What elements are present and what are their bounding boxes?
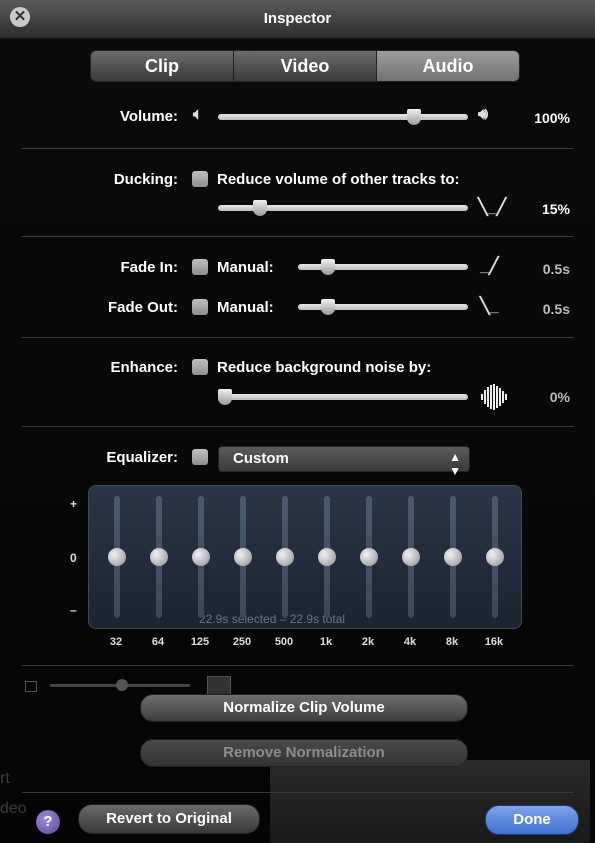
fade-out-checkbox[interactable] [192, 299, 208, 315]
enhance-option-label: Reduce background noise by: [217, 359, 432, 376]
speaker-high-icon: 🔊︎ [478, 106, 489, 123]
eq-band-64-knob[interactable] [150, 548, 168, 566]
eq-freq-label: 500 [274, 636, 294, 648]
fade-out-curve-icon: ╲_ [480, 298, 499, 315]
inspector-panel: rt deo ✕ Inspector Clip Video Audio Volu… [0, 0, 595, 843]
divider [22, 148, 574, 149]
popup-arrows-icon: ▲ ▼ [449, 450, 461, 478]
eq-band-16k-knob[interactable] [486, 548, 504, 566]
eq-freq-label: 250 [232, 636, 252, 648]
done-button[interactable]: Done [485, 805, 579, 835]
tab-bar: Clip Video Audio [90, 50, 520, 82]
volume-value: 100% [534, 110, 570, 126]
small-thumbnail-icon [25, 681, 37, 692]
enhance-checkbox[interactable] [192, 359, 208, 375]
equalizer-preset-value: Custom [233, 450, 289, 467]
fade-out-slider-knob[interactable] [321, 299, 336, 315]
ducking-checkbox[interactable] [192, 171, 208, 187]
equalizer-preset-popup[interactable]: Custom ▲ ▼ [218, 446, 470, 478]
speaker-low-icon: 🔈︎ [193, 106, 203, 123]
eq-band-8k-knob[interactable] [444, 548, 462, 566]
fade-in-value: 0.5s [542, 261, 570, 277]
divider [22, 426, 574, 427]
divider [22, 792, 574, 793]
eq-band-500-knob[interactable] [276, 548, 294, 566]
fade-in-slider-knob[interactable] [321, 259, 336, 275]
person-icon [207, 676, 231, 696]
eq-band-2k-knob[interactable] [360, 548, 378, 566]
normalize-clip-volume-button[interactable]: Normalize Clip Volume [140, 694, 468, 722]
window-title: Inspector [263, 10, 332, 27]
eq-freq-label: 64 [151, 636, 165, 648]
eq-band-32-knob[interactable] [108, 548, 126, 566]
fade-in-curve-icon: _╱ [480, 258, 499, 275]
title-bar: ✕ Inspector [0, 0, 595, 39]
tab-audio[interactable]: Audio [377, 51, 519, 81]
eq-band-4k-knob[interactable] [402, 548, 420, 566]
eq-band-125-knob[interactable] [192, 548, 210, 566]
volume-slider[interactable] [218, 114, 468, 120]
tab-clip[interactable]: Clip [91, 51, 234, 81]
eq-freq-label: 125 [190, 636, 210, 648]
enhance-value: 0% [549, 389, 570, 405]
eq-zero-label: 0 [70, 551, 77, 565]
background-text-b: deo [0, 800, 27, 817]
divider [22, 236, 574, 237]
volume-label: Volume: [119, 108, 178, 125]
eq-freq-label: 32 [109, 636, 123, 648]
divider [22, 337, 574, 338]
fade-out-option-label: Manual: [217, 299, 274, 316]
divider [22, 665, 574, 666]
equalizer-checkbox[interactable] [192, 449, 208, 465]
ghost-zoom-knob [116, 679, 128, 691]
fade-in-option-label: Manual: [217, 259, 274, 276]
revert-to-original-button[interactable]: Revert to Original [78, 804, 260, 834]
fade-in-label: Fade In: [120, 259, 178, 276]
eq-freq-label: 1k [319, 636, 333, 648]
eq-plus-label: + [70, 497, 78, 511]
ducking-slider-knob[interactable] [253, 200, 268, 216]
eq-band-1k-knob[interactable] [318, 548, 336, 566]
enhance-slider[interactable] [218, 394, 468, 400]
eq-freq-label: 2k [361, 636, 375, 648]
equalizer-label: Equalizer: [106, 449, 178, 466]
enhance-slider-knob[interactable] [218, 389, 232, 405]
eq-band-250-knob[interactable] [234, 548, 252, 566]
eq-freq-label: 4k [403, 636, 417, 648]
background-text-a: rt [0, 770, 10, 787]
eq-freq-label: 8k [445, 636, 459, 648]
ducking-option-label: Reduce volume of other tracks to: [217, 171, 460, 188]
ducking-label: Ducking: [113, 171, 178, 188]
ducking-value: 15% [541, 201, 570, 217]
remove-normalization-button[interactable]: Remove Normalization [140, 739, 468, 767]
equalizer-graph: 22.9s selected – 22.9s total [88, 485, 522, 629]
volume-slider-knob[interactable] [406, 109, 421, 125]
eq-freq-label: 16k [484, 636, 504, 648]
enhance-label: Enhance: [110, 359, 178, 376]
fade-out-value: 0.5s [542, 301, 570, 317]
fade-in-checkbox[interactable] [192, 259, 208, 275]
tab-video[interactable]: Video [234, 51, 377, 81]
eq-minus-label: – [70, 603, 77, 617]
help-button[interactable]: ? [36, 810, 60, 834]
fade-out-label: Fade Out: [108, 299, 178, 316]
